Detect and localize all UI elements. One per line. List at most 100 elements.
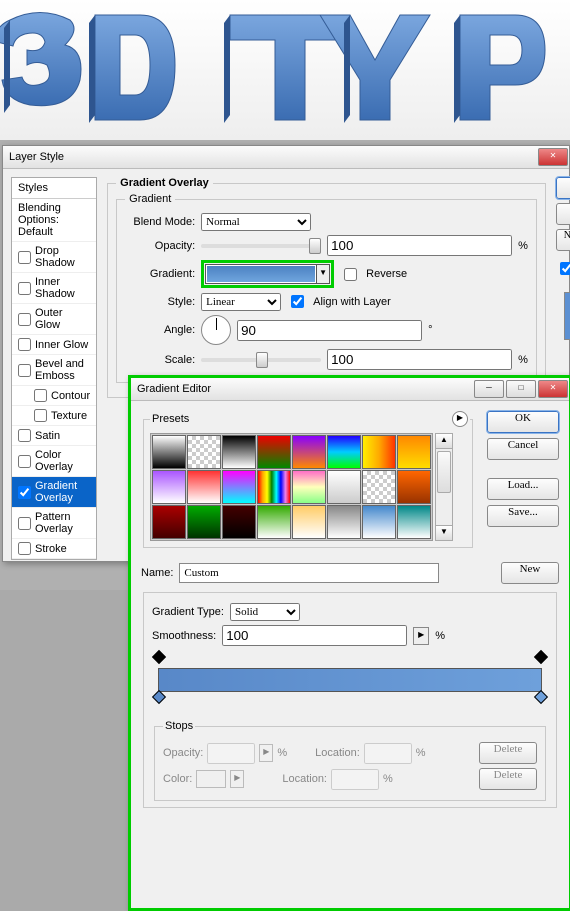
preset-swatch[interactable] [152,470,186,504]
preset-swatch[interactable] [292,470,326,504]
preset-swatch[interactable] [152,505,186,539]
style-item-color-overlay[interactable]: Color Overlay [12,446,96,477]
cancel-button[interactable]: Cancel [556,203,570,225]
style-item-checkbox[interactable] [18,517,31,530]
preset-swatch[interactable] [187,505,221,539]
style-item-inner-shadow[interactable]: Inner Shadow [12,273,96,304]
name-input[interactable] [179,563,439,583]
layer-style-title: Layer Style [9,146,537,168]
preset-swatch[interactable] [222,505,256,539]
preset-swatch[interactable] [362,435,396,469]
style-item-checkbox[interactable] [18,364,31,377]
angle-dial[interactable] [201,315,231,345]
style-item-checkbox[interactable] [18,429,31,442]
gradient-type-select[interactable]: Solid [230,603,300,621]
close-icon[interactable]: ✕ [538,148,568,166]
preset-swatch[interactable] [222,435,256,469]
preset-swatch[interactable] [397,435,431,469]
preset-swatch[interactable] [187,470,221,504]
align-checkbox[interactable] [291,295,304,308]
style-item-texture[interactable]: Texture [12,406,96,426]
gradient-picker-highlight: ▼ [201,260,334,288]
style-item-pattern-overlay[interactable]: Pattern Overlay [12,508,96,539]
style-item-checkbox[interactable] [18,486,31,499]
style-item-checkbox[interactable] [18,338,31,351]
reverse-checkbox[interactable] [344,268,357,281]
style-item-checkbox[interactable] [18,282,31,295]
style-item-label: Pattern Overlay [35,511,90,535]
new-button[interactable]: New [501,562,559,584]
preset-swatch[interactable] [187,435,221,469]
style-item-checkbox[interactable] [18,542,31,555]
layer-style-titlebar[interactable]: Layer Style ✕ [3,146,569,169]
opacity-slider[interactable] [201,244,321,248]
angle-input[interactable] [237,320,422,341]
smoothness-dropdown-icon[interactable]: ▶ [413,627,429,645]
style-item-outer-glow[interactable]: Outer Glow [12,304,96,335]
presets-fieldset: Presets▶ ▲ ▼ [143,411,473,548]
cancel-button[interactable]: Cancel [487,438,559,460]
preset-swatch[interactable] [397,470,431,504]
gradient-bar[interactable] [152,650,548,710]
style-item-bevel-and-emboss[interactable]: Bevel and Emboss [12,355,96,386]
ok-button[interactable]: OK [487,411,559,433]
color-stop-right[interactable] [536,692,546,706]
blend-mode-select[interactable]: Normal [201,213,311,231]
preset-swatch[interactable] [362,470,396,504]
stops-label: Stops [163,720,195,732]
scale-label: Scale: [125,354,195,366]
style-item-contour[interactable]: Contour [12,386,96,406]
close-icon[interactable]: ✕ [538,380,568,398]
preset-swatch[interactable] [257,505,291,539]
gradient-dropdown-icon[interactable]: ▼ [317,264,330,284]
smoothness-input[interactable] [222,625,407,646]
style-item-checkbox[interactable] [18,455,31,468]
style-item-inner-glow[interactable]: Inner Glow [12,335,96,355]
style-item-drop-shadow[interactable]: Drop Shadow [12,242,96,273]
style-item-checkbox[interactable] [18,251,31,264]
preset-swatch[interactable] [257,435,291,469]
opacity-input[interactable] [327,235,512,256]
preset-swatch[interactable] [292,505,326,539]
scale-slider[interactable] [201,358,321,362]
scroll-up-icon[interactable]: ▲ [436,434,452,449]
style-item-label: Drop Shadow [35,245,90,269]
style-item-satin[interactable]: Satin [12,426,96,446]
load-button[interactable]: Load... [487,478,559,500]
opacity-stop-left[interactable] [154,652,164,666]
scroll-down-icon[interactable]: ▼ [436,525,452,540]
save-button[interactable]: Save... [487,505,559,527]
preset-swatch[interactable] [152,435,186,469]
style-select[interactable]: Linear [201,293,281,311]
style-item-stroke[interactable]: Stroke [12,539,96,559]
opacity-stop-right[interactable] [536,652,546,666]
blending-options-row[interactable]: Blending Options: Default [12,199,96,242]
preset-swatch[interactable] [292,435,326,469]
scale-input[interactable] [327,349,512,370]
style-item-checkbox[interactable] [34,409,47,422]
gradient-swatch[interactable] [205,264,317,284]
preset-swatch[interactable] [362,505,396,539]
styles-header[interactable]: Styles [12,178,96,199]
preset-swatch[interactable] [327,505,361,539]
style-item-checkbox[interactable] [18,313,31,326]
style-item-checkbox[interactable] [34,389,47,402]
ok-button[interactable]: OK [556,177,570,199]
presets-menu-icon[interactable]: ▶ [452,411,468,427]
preset-swatch[interactable] [327,435,361,469]
preset-swatch[interactable] [397,505,431,539]
gradient-editor-titlebar[interactable]: Gradient Editor ─ □ ✕ [131,378,569,401]
blend-mode-label: Blend Mode: [125,216,195,228]
preset-swatch[interactable] [257,470,291,504]
preview-checkbox[interactable] [560,262,570,275]
new-style-button[interactable]: New Style... [556,229,570,251]
preset-swatch[interactable] [222,470,256,504]
minimize-icon[interactable]: ─ [474,380,504,398]
presets-scrollbar[interactable]: ▲ ▼ [435,433,453,541]
style-item-gradient-overlay[interactable]: Gradient Overlay [12,477,96,508]
maximize-icon[interactable]: □ [506,380,536,398]
color-stop-left[interactable] [154,692,164,706]
gradient-editor-title: Gradient Editor [137,378,473,400]
scroll-thumb[interactable] [437,451,451,493]
preset-swatch[interactable] [327,470,361,504]
